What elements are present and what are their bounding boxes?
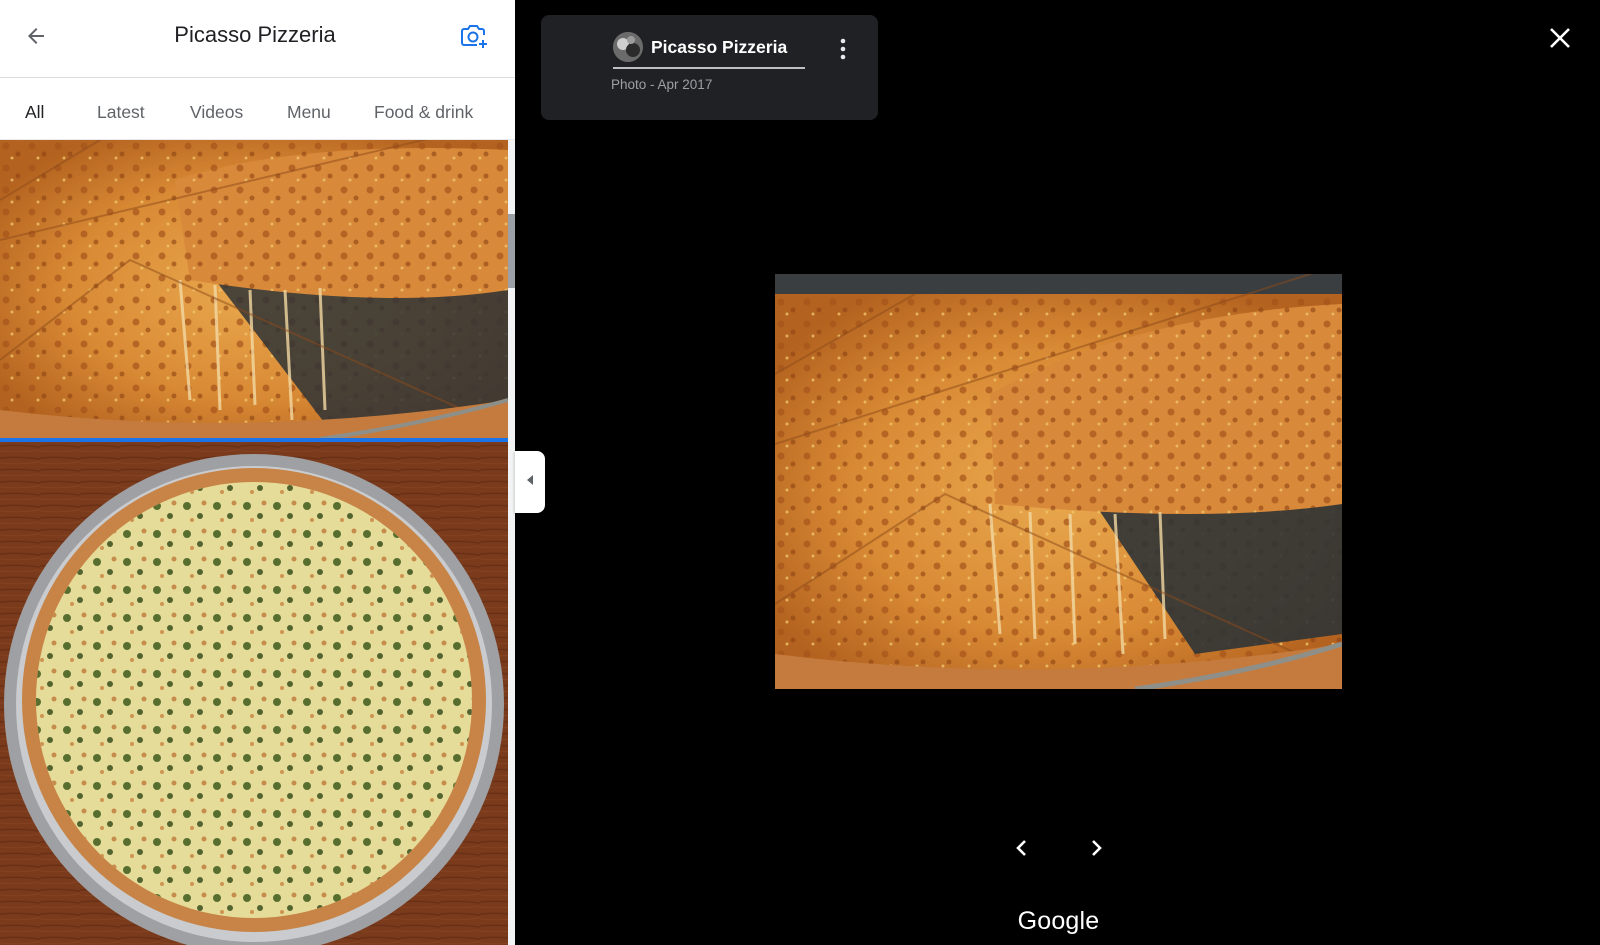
google-logo: Google	[1017, 907, 1100, 935]
photo-info-card: Picasso Pizzeria Photo - Apr 2017	[541, 15, 878, 120]
title-underline	[613, 67, 805, 69]
photo-date: Photo - Apr 2017	[611, 77, 713, 92]
add-photo-button[interactable]	[456, 20, 492, 56]
scrollbar-thumb[interactable]	[508, 214, 515, 288]
photo-owner-name[interactable]: Picasso Pizzeria	[651, 37, 787, 58]
tab-all[interactable]: All	[25, 78, 44, 140]
chevron-right-icon	[1091, 839, 1103, 862]
photo-grid	[0, 140, 508, 945]
camera-plus-icon	[459, 21, 489, 56]
photo-list-scrollbar[interactable]	[508, 140, 515, 945]
more-options-button[interactable]	[831, 37, 855, 65]
main-photo[interactable]	[775, 274, 1342, 689]
tab-latest[interactable]: Latest	[97, 78, 145, 140]
arrow-left-icon	[24, 24, 48, 53]
photo-thumbnail[interactable]	[0, 140, 508, 439]
photo-category-tabs: All Latest Videos Menu Food & drink	[0, 78, 515, 140]
tab-videos[interactable]: Videos	[190, 78, 243, 140]
avatar[interactable]	[613, 32, 643, 62]
panel-header: Picasso Pizzeria	[0, 0, 515, 78]
tab-food-and-drink[interactable]: Food & drink	[374, 78, 473, 140]
previous-photo-button[interactable]	[1005, 834, 1037, 866]
tab-menu[interactable]: Menu	[287, 78, 331, 140]
close-button[interactable]	[1542, 22, 1578, 58]
photo-thumbnail[interactable]	[0, 442, 508, 945]
cheese-pizza-photo	[0, 140, 508, 439]
place-title: Picasso Pizzeria	[174, 22, 336, 47]
cheese-pizza-photo	[775, 274, 1342, 689]
photos-panel: Picasso Pizzeria All Latest Videos Menu …	[0, 0, 515, 945]
spinach-pizza-photo	[0, 442, 508, 945]
close-icon	[1549, 27, 1571, 54]
chevron-left-icon	[1015, 839, 1027, 862]
more-vert-icon	[840, 38, 846, 65]
caret-left-icon	[525, 473, 535, 491]
back-button[interactable]	[18, 20, 54, 56]
collapse-panel-button[interactable]	[515, 451, 545, 513]
next-photo-button[interactable]	[1081, 834, 1113, 866]
